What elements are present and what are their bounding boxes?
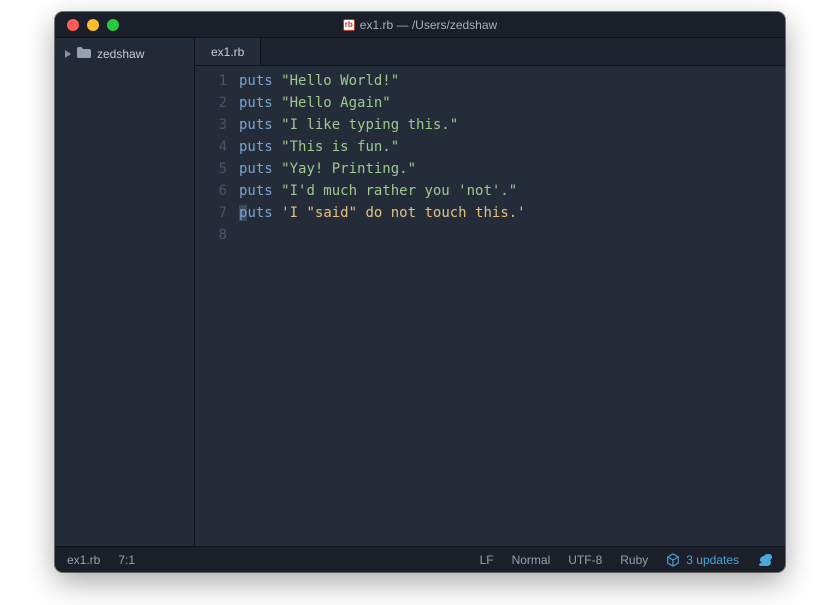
status-updates[interactable]: 3 updates: [666, 553, 739, 567]
status-language[interactable]: Ruby: [620, 553, 648, 567]
chevron-right-icon: [65, 50, 71, 58]
line-number-gutter: 12345678: [195, 70, 239, 546]
tree-root-label: zedshaw: [97, 47, 144, 61]
string-literal: "I like typing this.": [281, 117, 458, 133]
status-mode[interactable]: Normal: [512, 553, 551, 567]
editor-window: rb ex1.rb — /Users/zedshaw zedshaw: [55, 12, 785, 572]
line-number: 6: [195, 180, 227, 202]
file-tree-sidebar[interactable]: zedshaw: [55, 38, 195, 546]
code-editor[interactable]: 12345678 puts "Hello World!"puts "Hello …: [195, 66, 785, 546]
line-number: 3: [195, 114, 227, 136]
tab-label: ex1.rb: [211, 45, 244, 59]
status-bar: ex1.rb 7:1 LF Normal UTF-8 Ruby 3 update…: [55, 546, 785, 572]
folder-icon: [77, 47, 91, 61]
keyword: puts: [239, 73, 273, 89]
title-path: /Users/zedshaw: [412, 18, 497, 32]
line-number: 2: [195, 92, 227, 114]
code-line[interactable]: puts "Yay! Printing.": [239, 158, 785, 180]
status-line-ending[interactable]: LF: [480, 553, 494, 567]
string-literal: "I'd much rather you 'not'.": [281, 183, 517, 199]
status-encoding[interactable]: UTF-8: [568, 553, 602, 567]
editor-main: ex1.rb 12345678 puts "Hello World!"puts …: [195, 38, 785, 546]
keyword: puts: [239, 117, 273, 133]
code-line[interactable]: puts "Hello Again": [239, 92, 785, 114]
tab-bar: ex1.rb: [195, 38, 785, 66]
line-number: 7: [195, 202, 227, 224]
body: zedshaw ex1.rb 12345678 puts "Hello Worl…: [55, 38, 785, 546]
line-number: 4: [195, 136, 227, 158]
package-icon: [666, 553, 680, 567]
keyword: puts: [239, 183, 273, 199]
string-literal: "Yay! Printing.": [281, 161, 416, 177]
close-icon[interactable]: [67, 19, 79, 31]
ruby-file-icon: rb: [343, 19, 355, 31]
window-title: rb ex1.rb — /Users/zedshaw: [55, 18, 785, 32]
status-filename[interactable]: ex1.rb: [67, 553, 100, 567]
status-updates-label: 3 updates: [686, 553, 739, 567]
line-number: 1: [195, 70, 227, 92]
code-line[interactable]: [239, 224, 785, 246]
keyword: puts: [239, 161, 273, 177]
code-line[interactable]: puts 'I "said" do not touch this.': [239, 202, 785, 224]
keyword: puts: [239, 95, 273, 111]
minimize-icon[interactable]: [87, 19, 99, 31]
title-file: ex1.rb: [360, 18, 393, 32]
string-literal: 'I "said" do not touch this.': [281, 205, 525, 221]
titlebar: rb ex1.rb — /Users/zedshaw: [55, 12, 785, 38]
line-number: 8: [195, 224, 227, 246]
keyword: puts: [239, 205, 273, 221]
keyword: puts: [239, 139, 273, 155]
line-number: 5: [195, 158, 227, 180]
code-line[interactable]: puts "I'd much rather you 'not'.": [239, 180, 785, 202]
code-line[interactable]: puts "Hello World!": [239, 70, 785, 92]
zoom-icon[interactable]: [107, 19, 119, 31]
squirrel-icon[interactable]: [757, 552, 773, 568]
traffic-lights: [67, 19, 119, 31]
title-sep: —: [396, 18, 408, 32]
code-line[interactable]: puts "I like typing this.": [239, 114, 785, 136]
code-line[interactable]: puts "This is fun.": [239, 136, 785, 158]
status-cursor[interactable]: 7:1: [118, 553, 135, 567]
string-literal: "Hello World!": [281, 73, 399, 89]
string-literal: "This is fun.": [281, 139, 399, 155]
string-literal: "Hello Again": [281, 95, 391, 111]
tab-ex1[interactable]: ex1.rb: [195, 38, 261, 65]
tree-root[interactable]: zedshaw: [55, 44, 194, 64]
code-source[interactable]: puts "Hello World!"puts "Hello Again"put…: [239, 70, 785, 546]
